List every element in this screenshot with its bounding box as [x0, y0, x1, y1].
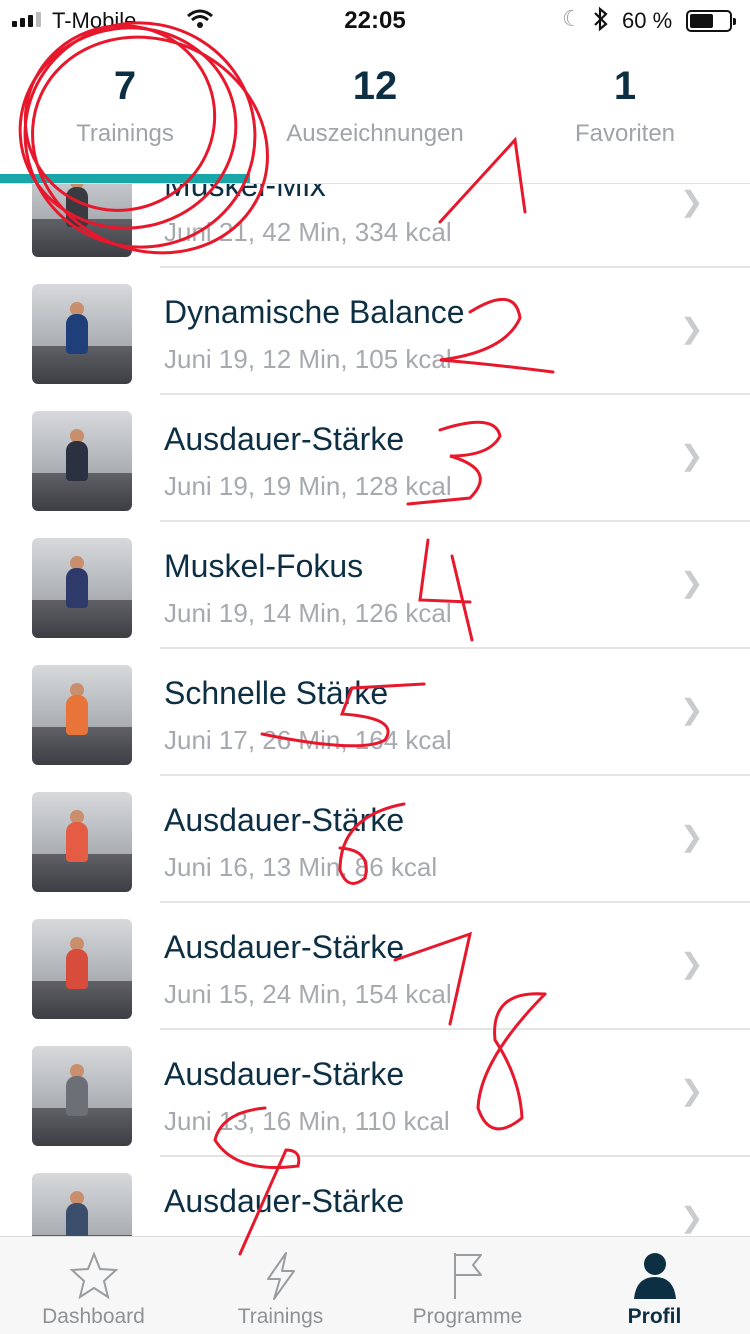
bottom-tab-bar: Dashboard Trainings Programme Profil [0, 1236, 750, 1334]
battery-percent: 60 % [622, 8, 673, 33]
workout-thumbnail [32, 184, 132, 257]
workout-details: Juni 19, 14 Min, 126 kcal [164, 598, 452, 628]
chevron-right-icon: ❯ [680, 948, 704, 979]
workout-thumbnail [32, 1046, 132, 1146]
tab-label: Trainings [237, 1305, 324, 1328]
workout-row[interactable]: Dynamische Balance Juni 19, 12 Min, 105 … [0, 268, 750, 395]
workout-thumbnail [32, 665, 132, 765]
battery-icon [686, 10, 736, 32]
stat-favorites[interactable]: 1 Favoriten [500, 64, 750, 148]
stat-trainings[interactable]: 7 Trainings [0, 64, 250, 148]
workout-title: Ausdauer-Stärke [164, 1183, 405, 1219]
workout-details: Juni 21, 42 Min, 334 kcal [164, 217, 452, 247]
workout-row[interactable]: Muskel-Mix Juni 21, 42 Min, 334 kcal ❯ [0, 184, 750, 268]
star-icon [69, 1251, 118, 1300]
stat-label: Trainings [76, 120, 174, 147]
tab-label: Dashboard [42, 1305, 145, 1328]
chevron-right-icon: ❯ [680, 567, 704, 598]
workout-title: Ausdauer-Stärke [164, 421, 405, 457]
workout-title: Muskel-Fokus [164, 548, 364, 584]
workout-details: Juni 16, 13 Min, 86 kcal [164, 852, 438, 882]
workout-row[interactable]: Schnelle Stärke Juni 17, 26 Min, 164 kca… [0, 649, 750, 776]
workout-row[interactable]: Ausdauer-Stärke Juni 16, 13 Min, 86 kcal… [0, 776, 750, 903]
workout-row[interactable]: Ausdauer-Stärke Juni 15, 24 Min, 154 kca… [0, 903, 750, 1030]
profile-stats-header: 7 Trainings 12 Auszeichnungen 1 Favorite… [0, 40, 750, 184]
workout-row[interactable]: Ausdauer-Stärke Juni 19, 19 Min, 128 kca… [0, 395, 750, 522]
workout-thumbnail [32, 1173, 132, 1236]
workout-details: Juni 17, 26 Min, 164 kcal [164, 725, 452, 755]
workout-details: Juni 19, 12 Min, 105 kcal [164, 344, 452, 374]
stat-label: Auszeichnungen [286, 120, 464, 147]
status-bar: T-Mobile 22:05 ☾ 60 % [0, 0, 750, 40]
workout-title: Muskel-Mix [164, 184, 326, 203]
bluetooth-icon [592, 6, 610, 38]
workout-title: Schnelle Stärke [164, 675, 389, 711]
workout-thumbnail [32, 919, 132, 1019]
tab-dashboard[interactable]: Dashboard [0, 1237, 187, 1334]
tab-label: Programme [412, 1305, 523, 1328]
stat-awards[interactable]: 12 Auszeichnungen [250, 64, 500, 148]
stat-number: 1 [613, 64, 637, 108]
chevron-right-icon: ❯ [680, 440, 704, 471]
tab-profil[interactable]: Profil [561, 1237, 748, 1334]
chevron-right-icon: ❯ [680, 821, 704, 852]
workout-details: Juni 15, 24 Min, 154 kcal [164, 979, 452, 1009]
flag-icon [453, 1253, 482, 1299]
chevron-right-icon: ❯ [680, 1075, 704, 1106]
stat-number: 7 [113, 64, 137, 108]
lightning-icon [266, 1252, 295, 1300]
workout-thumbnail [32, 792, 132, 892]
workout-row[interactable]: Ausdauer-Stärke ❯ [0, 1157, 750, 1236]
workout-title: Ausdauer-Stärke [164, 929, 405, 965]
chevron-right-icon: ❯ [680, 1202, 704, 1233]
workout-title: Dynamische Balance [164, 294, 465, 330]
workout-details: Juni 19, 19 Min, 128 kcal [164, 471, 452, 501]
tab-label: Profil [627, 1305, 682, 1328]
workout-thumbnail [32, 538, 132, 638]
chevron-right-icon: ❯ [680, 313, 704, 344]
workout-thumbnail [32, 411, 132, 511]
chevron-right-icon: ❯ [680, 694, 704, 725]
workout-row[interactable]: Muskel-Fokus Juni 19, 14 Min, 126 kcal ❯ [0, 522, 750, 649]
workout-row[interactable]: Ausdauer-Stärke Juni 13, 16 Min, 110 kca… [0, 1030, 750, 1157]
tab-trainings[interactable]: Trainings [187, 1237, 374, 1334]
stat-number: 12 [352, 64, 398, 108]
workout-details: Juni 13, 16 Min, 110 kcal [164, 1106, 450, 1136]
workout-title: Ausdauer-Stärke [164, 1056, 405, 1092]
tab-programme[interactable]: Programme [374, 1237, 561, 1334]
stat-label: Favoriten [574, 120, 676, 147]
workout-title: Ausdauer-Stärke [164, 802, 405, 838]
active-tab-indicator [0, 174, 250, 183]
chevron-right-icon: ❯ [680, 186, 704, 217]
workout-list[interactable]: Muskel-Mix Juni 21, 42 Min, 334 kcal ❯ D… [0, 184, 750, 1236]
workout-thumbnail [32, 284, 132, 384]
do-not-disturb-icon: ☾ [562, 6, 582, 31]
person-icon [633, 1253, 676, 1299]
